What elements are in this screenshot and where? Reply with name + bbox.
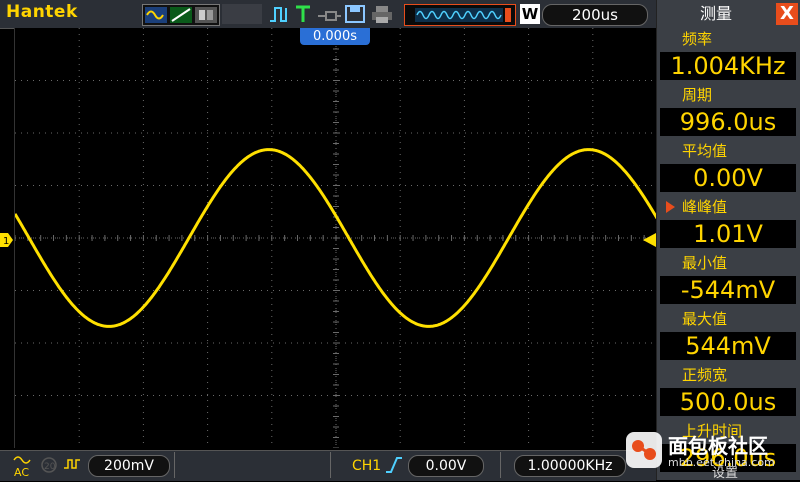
timebase-display[interactable]: 200us bbox=[542, 4, 648, 26]
waveform-mode-group[interactable] bbox=[142, 4, 220, 26]
measure-value: 544mV bbox=[660, 332, 796, 360]
memory-wave-icon bbox=[415, 8, 511, 22]
measure-value: 500.0us bbox=[660, 388, 796, 416]
probe-icon[interactable] bbox=[316, 4, 342, 24]
trigger-level-value[interactable]: 0.00V bbox=[408, 455, 484, 477]
measure-label[interactable]: 最小值 bbox=[682, 252, 727, 274]
settings-label[interactable]: 设置 bbox=[712, 462, 738, 481]
blank-slot bbox=[222, 4, 262, 24]
brand-logo: Hantek bbox=[6, 2, 78, 22]
measure-label[interactable]: 周期 bbox=[682, 84, 712, 106]
trigger-position-badge: W bbox=[520, 4, 540, 24]
trigger-level-marker[interactable] bbox=[643, 232, 656, 251]
trigger-t-icon[interactable] bbox=[294, 4, 312, 24]
waveform-grid bbox=[13, 27, 659, 449]
ch1-volts-div[interactable]: 200mV bbox=[88, 455, 170, 477]
measure-label[interactable]: 峰峰值 bbox=[682, 196, 727, 218]
divider bbox=[500, 452, 501, 478]
measure-value: 996.0us bbox=[660, 108, 796, 136]
ac-coupling-icon[interactable]: AC bbox=[12, 452, 42, 482]
trigger-time-marker[interactable]: 0.000s bbox=[300, 28, 370, 45]
trigger-edge-icon[interactable] bbox=[268, 4, 292, 24]
divider bbox=[174, 452, 175, 478]
waveform-mode-icon bbox=[145, 7, 217, 23]
waveform-display[interactable] bbox=[13, 27, 659, 449]
save-icon[interactable] bbox=[344, 4, 366, 24]
memory-depth-bar[interactable] bbox=[404, 4, 516, 26]
bandwidth-limit-icon[interactable]: 20 bbox=[40, 456, 58, 478]
divider bbox=[330, 452, 331, 478]
trigger-source-label[interactable]: CH1 bbox=[352, 458, 381, 474]
channel1-marker[interactable]: 1 bbox=[0, 232, 14, 251]
measure-value: 0.00V bbox=[660, 164, 796, 192]
measure-value: 1.004KHz bbox=[660, 52, 796, 80]
watermark-logo-icon bbox=[622, 428, 666, 476]
measure-value: -544mV bbox=[660, 276, 796, 304]
measure-label[interactable]: 最大值 bbox=[682, 308, 727, 330]
close-button[interactable]: X bbox=[776, 3, 798, 25]
rising-edge-icon[interactable] bbox=[384, 454, 404, 480]
svg-text:AC: AC bbox=[14, 466, 29, 478]
measure-label[interactable]: 频率 bbox=[682, 28, 712, 50]
selected-measure-arrow-icon bbox=[666, 201, 675, 213]
invert-icon[interactable] bbox=[62, 456, 84, 478]
measure-label[interactable]: 平均值 bbox=[682, 140, 727, 162]
frequency-counter: 1.00000KHz bbox=[514, 455, 626, 477]
measure-panel-title: 测量 bbox=[699, 4, 732, 23]
watermark-text: 面包板社区 bbox=[668, 434, 768, 458]
svg-text:20: 20 bbox=[44, 462, 56, 472]
print-icon[interactable] bbox=[370, 4, 394, 24]
svg-text:1: 1 bbox=[3, 236, 9, 247]
measure-label[interactable]: 正频宽 bbox=[682, 364, 727, 386]
measure-value: 1.01V bbox=[660, 220, 796, 248]
